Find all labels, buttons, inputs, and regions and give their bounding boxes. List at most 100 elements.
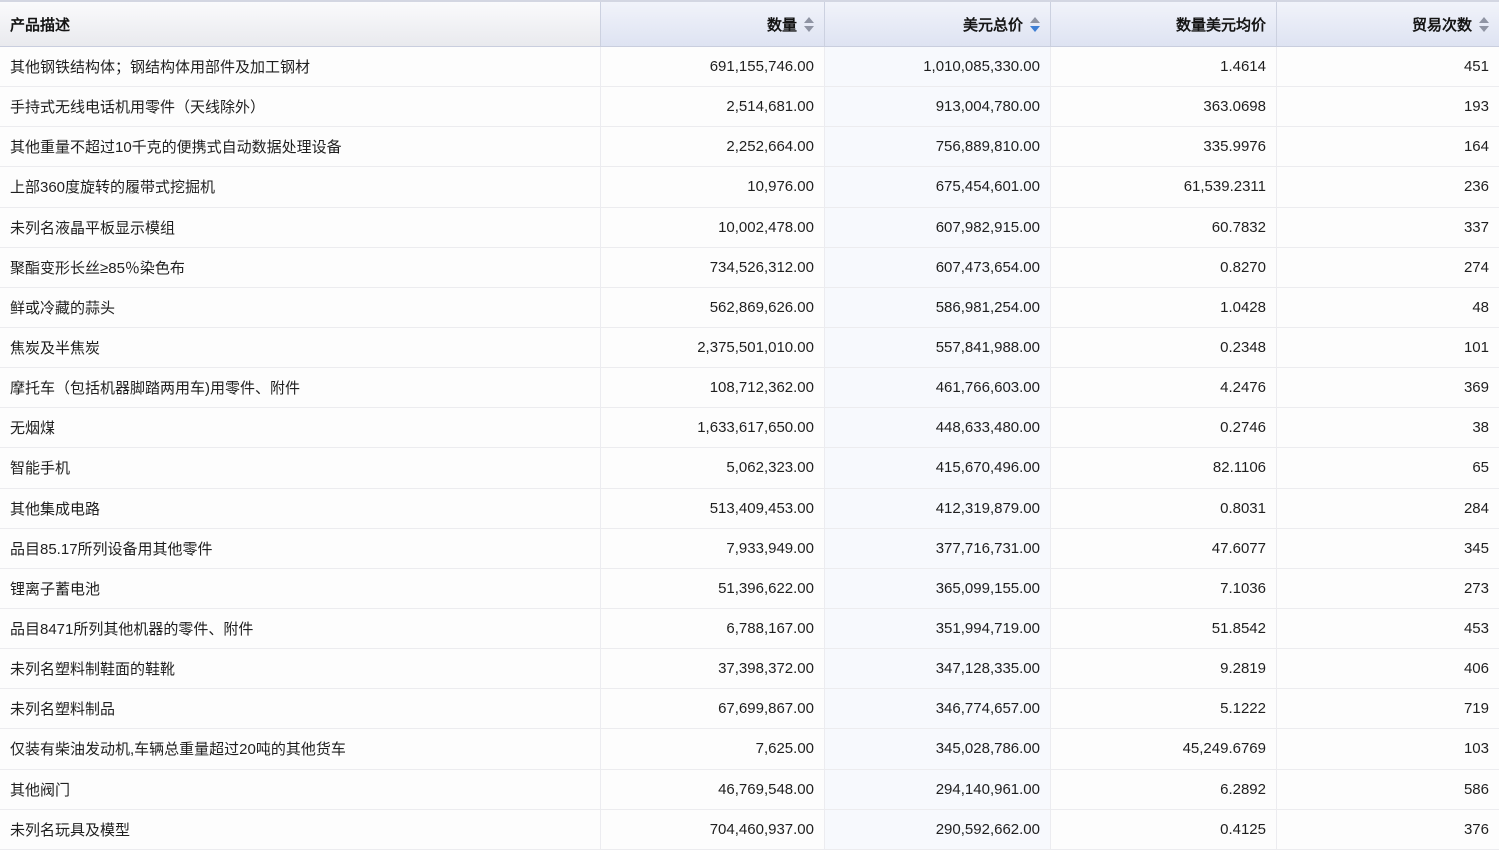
cell-avg-unit-price: 0.2746 — [1050, 408, 1276, 447]
cell-trade-count: 406 — [1276, 649, 1499, 688]
cell-avg-unit-price: 51.8542 — [1050, 609, 1276, 648]
cell-product-desc: 其他钢铁结构体；钢结构体用部件及加工钢材 — [0, 47, 600, 86]
cell-quantity: 691,155,746.00 — [600, 47, 824, 86]
table-row[interactable]: 仅装有柴油发动机,车辆总重量超过20吨的其他货车 7,625.00 345,02… — [0, 729, 1499, 769]
cell-total-usd: 1,010,085,330.00 — [824, 47, 1050, 86]
cell-total-usd: 586,981,254.00 — [824, 288, 1050, 327]
table-body: 其他钢铁结构体；钢结构体用部件及加工钢材 691,155,746.00 1,01… — [0, 47, 1499, 850]
table-row[interactable]: 未列名玩具及模型 704,460,937.00 290,592,662.00 0… — [0, 810, 1499, 850]
table-row[interactable]: 手持式无线电话机用零件（天线除外） 2,514,681.00 913,004,7… — [0, 87, 1499, 127]
cell-quantity: 67,699,867.00 — [600, 689, 824, 728]
cell-product-desc: 未列名塑料制鞋面的鞋靴 — [0, 649, 600, 688]
table-row[interactable]: 未列名塑料制鞋面的鞋靴 37,398,372.00 347,128,335.00… — [0, 649, 1499, 689]
header-trade-count[interactable]: 贸易次数 — [1276, 2, 1499, 46]
cell-product-desc: 手持式无线电话机用零件（天线除外） — [0, 87, 600, 126]
sort-icons-total-usd[interactable] — [1030, 17, 1040, 32]
header-quantity-label: 数量 — [767, 14, 797, 35]
table-row[interactable]: 上部360度旋转的履带式挖掘机 10,976.00 675,454,601.00… — [0, 167, 1499, 207]
cell-product-desc: 摩托车（包括机器脚踏两用车)用零件、附件 — [0, 368, 600, 407]
header-quantity[interactable]: 数量 — [600, 2, 824, 46]
cell-trade-count: 274 — [1276, 248, 1499, 287]
cell-product-desc: 锂离子蓄电池 — [0, 569, 600, 608]
header-product-desc-label: 产品描述 — [10, 14, 70, 35]
cell-quantity: 10,976.00 — [600, 167, 824, 206]
table-row[interactable]: 品目85.17所列设备用其他零件 7,933,949.00 377,716,73… — [0, 529, 1499, 569]
table-row[interactable]: 聚酯变形长丝≥85％染色布 734,526,312.00 607,473,654… — [0, 248, 1499, 288]
cell-trade-count: 453 — [1276, 609, 1499, 648]
table-row[interactable]: 摩托车（包括机器脚踏两用车)用零件、附件 108,712,362.00 461,… — [0, 368, 1499, 408]
cell-product-desc: 鲜或冷藏的蒜头 — [0, 288, 600, 327]
cell-product-desc: 智能手机 — [0, 448, 600, 487]
cell-trade-count: 369 — [1276, 368, 1499, 407]
sort-asc-icon[interactable] — [1479, 17, 1489, 23]
sort-asc-icon[interactable] — [804, 17, 814, 23]
cell-quantity: 7,625.00 — [600, 729, 824, 768]
table-row[interactable]: 其他重量不超过10千克的便携式自动数据处理设备 2,252,664.00 756… — [0, 127, 1499, 167]
table-row[interactable]: 智能手机 5,062,323.00 415,670,496.00 82.1106… — [0, 448, 1499, 488]
table-header: 产品描述 数量 美元总价 数量美元均价 贸易次数 — [0, 0, 1499, 47]
cell-quantity: 562,869,626.00 — [600, 288, 824, 327]
table-row[interactable]: 鲜或冷藏的蒜头 562,869,626.00 586,981,254.00 1.… — [0, 288, 1499, 328]
cell-trade-count: 164 — [1276, 127, 1499, 166]
cell-avg-unit-price: 5.1222 — [1050, 689, 1276, 728]
cell-product-desc: 品目8471所列其他机器的零件、附件 — [0, 609, 600, 648]
table-row[interactable]: 锂离子蓄电池 51,396,622.00 365,099,155.00 7.10… — [0, 569, 1499, 609]
cell-avg-unit-price: 6.2892 — [1050, 770, 1276, 809]
sort-desc-icon[interactable] — [1479, 26, 1489, 32]
cell-quantity: 734,526,312.00 — [600, 248, 824, 287]
cell-avg-unit-price: 335.9976 — [1050, 127, 1276, 166]
cell-product-desc: 聚酯变形长丝≥85％染色布 — [0, 248, 600, 287]
cell-quantity: 704,460,937.00 — [600, 810, 824, 849]
table-row[interactable]: 其他阀门 46,769,548.00 294,140,961.00 6.2892… — [0, 770, 1499, 810]
cell-product-desc: 无烟煤 — [0, 408, 600, 447]
cell-trade-count: 451 — [1276, 47, 1499, 86]
cell-product-desc: 未列名塑料制品 — [0, 689, 600, 728]
cell-trade-count: 65 — [1276, 448, 1499, 487]
cell-avg-unit-price: 60.7832 — [1050, 208, 1276, 247]
cell-quantity: 2,252,664.00 — [600, 127, 824, 166]
cell-product-desc: 焦炭及半焦炭 — [0, 328, 600, 367]
cell-quantity: 1,633,617,650.00 — [600, 408, 824, 447]
cell-trade-count: 103 — [1276, 729, 1499, 768]
cell-product-desc: 其他阀门 — [0, 770, 600, 809]
table-row[interactable]: 未列名塑料制品 67,699,867.00 346,774,657.00 5.1… — [0, 689, 1499, 729]
cell-avg-unit-price: 82.1106 — [1050, 448, 1276, 487]
cell-trade-count: 586 — [1276, 770, 1499, 809]
cell-trade-count: 284 — [1276, 489, 1499, 528]
cell-quantity: 5,062,323.00 — [600, 448, 824, 487]
header-total-usd[interactable]: 美元总价 — [824, 2, 1050, 46]
sort-desc-icon[interactable] — [804, 26, 814, 32]
cell-product-desc: 品目85.17所列设备用其他零件 — [0, 529, 600, 568]
table-row[interactable]: 未列名液晶平板显示模组 10,002,478.00 607,982,915.00… — [0, 208, 1499, 248]
table-row[interactable]: 其他集成电路 513,409,453.00 412,319,879.00 0.8… — [0, 489, 1499, 529]
cell-quantity: 2,514,681.00 — [600, 87, 824, 126]
cell-trade-count: 273 — [1276, 569, 1499, 608]
cell-avg-unit-price: 0.4125 — [1050, 810, 1276, 849]
cell-avg-unit-price: 7.1036 — [1050, 569, 1276, 608]
cell-trade-count: 719 — [1276, 689, 1499, 728]
table-row[interactable]: 无烟煤 1,633,617,650.00 448,633,480.00 0.27… — [0, 408, 1499, 448]
cell-total-usd: 412,319,879.00 — [824, 489, 1050, 528]
sort-asc-icon[interactable] — [1030, 17, 1040, 23]
cell-avg-unit-price: 1.4614 — [1050, 47, 1276, 86]
cell-product-desc: 上部360度旋转的履带式挖掘机 — [0, 167, 600, 206]
cell-avg-unit-price: 363.0698 — [1050, 87, 1276, 126]
cell-quantity: 2,375,501,010.00 — [600, 328, 824, 367]
header-avg-unit-price-label: 数量美元均价 — [1176, 14, 1266, 35]
cell-total-usd: 607,473,654.00 — [824, 248, 1050, 287]
cell-trade-count: 337 — [1276, 208, 1499, 247]
table-row[interactable]: 品目8471所列其他机器的零件、附件 6,788,167.00 351,994,… — [0, 609, 1499, 649]
cell-avg-unit-price: 0.8270 — [1050, 248, 1276, 287]
cell-total-usd: 345,028,786.00 — [824, 729, 1050, 768]
sort-icons-trade-count[interactable] — [1479, 17, 1489, 32]
table-row[interactable]: 焦炭及半焦炭 2,375,501,010.00 557,841,988.00 0… — [0, 328, 1499, 368]
cell-total-usd: 365,099,155.00 — [824, 569, 1050, 608]
sort-desc-icon[interactable] — [1030, 26, 1040, 32]
cell-total-usd: 557,841,988.00 — [824, 328, 1050, 367]
cell-quantity: 51,396,622.00 — [600, 569, 824, 608]
cell-total-usd: 347,128,335.00 — [824, 649, 1050, 688]
table-row[interactable]: 其他钢铁结构体；钢结构体用部件及加工钢材 691,155,746.00 1,01… — [0, 47, 1499, 87]
cell-product-desc: 其他集成电路 — [0, 489, 600, 528]
sort-icons-quantity[interactable] — [804, 17, 814, 32]
cell-avg-unit-price: 61,539.2311 — [1050, 167, 1276, 206]
